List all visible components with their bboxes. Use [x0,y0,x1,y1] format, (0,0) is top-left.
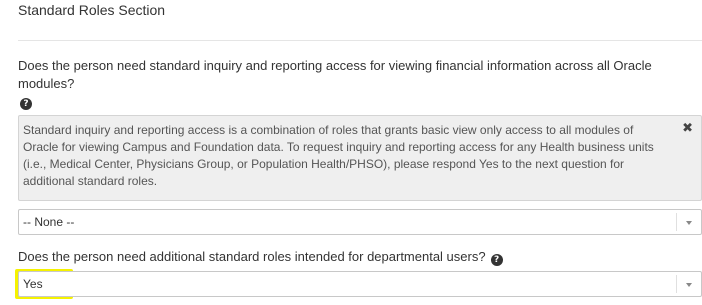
section-title: Standard Roles Section [18,2,166,18]
select-value: Yes [23,277,43,291]
chevron-down-icon[interactable] [686,221,692,225]
standard-roles-form: Standard Roles Section Does the person n… [0,0,702,305]
chevron-down-icon[interactable] [686,283,692,287]
close-icon[interactable]: ✖ [682,120,693,137]
inquiry-access-select[interactable]: -- None -- [18,209,702,235]
question-circle-icon[interactable]: ? [490,254,503,266]
departmental-roles-select[interactable]: Yes [18,271,702,297]
select-separator [676,275,677,293]
info-panel: Standard inquiry and reporting access is… [18,115,702,201]
divider [18,40,702,41]
select-value: -- None -- [23,215,75,229]
question-label-inquiry-access: Does the person need standard inquiry an… [18,58,652,91]
info-text: Standard inquiry and reporting access is… [23,123,654,188]
question-circle-icon[interactable]: ? [20,98,32,110]
select-separator [676,213,677,231]
question-label-departmental-roles: Does the person need additional standard… [18,249,503,266]
question-text: Does the person need additional standard… [18,249,486,264]
